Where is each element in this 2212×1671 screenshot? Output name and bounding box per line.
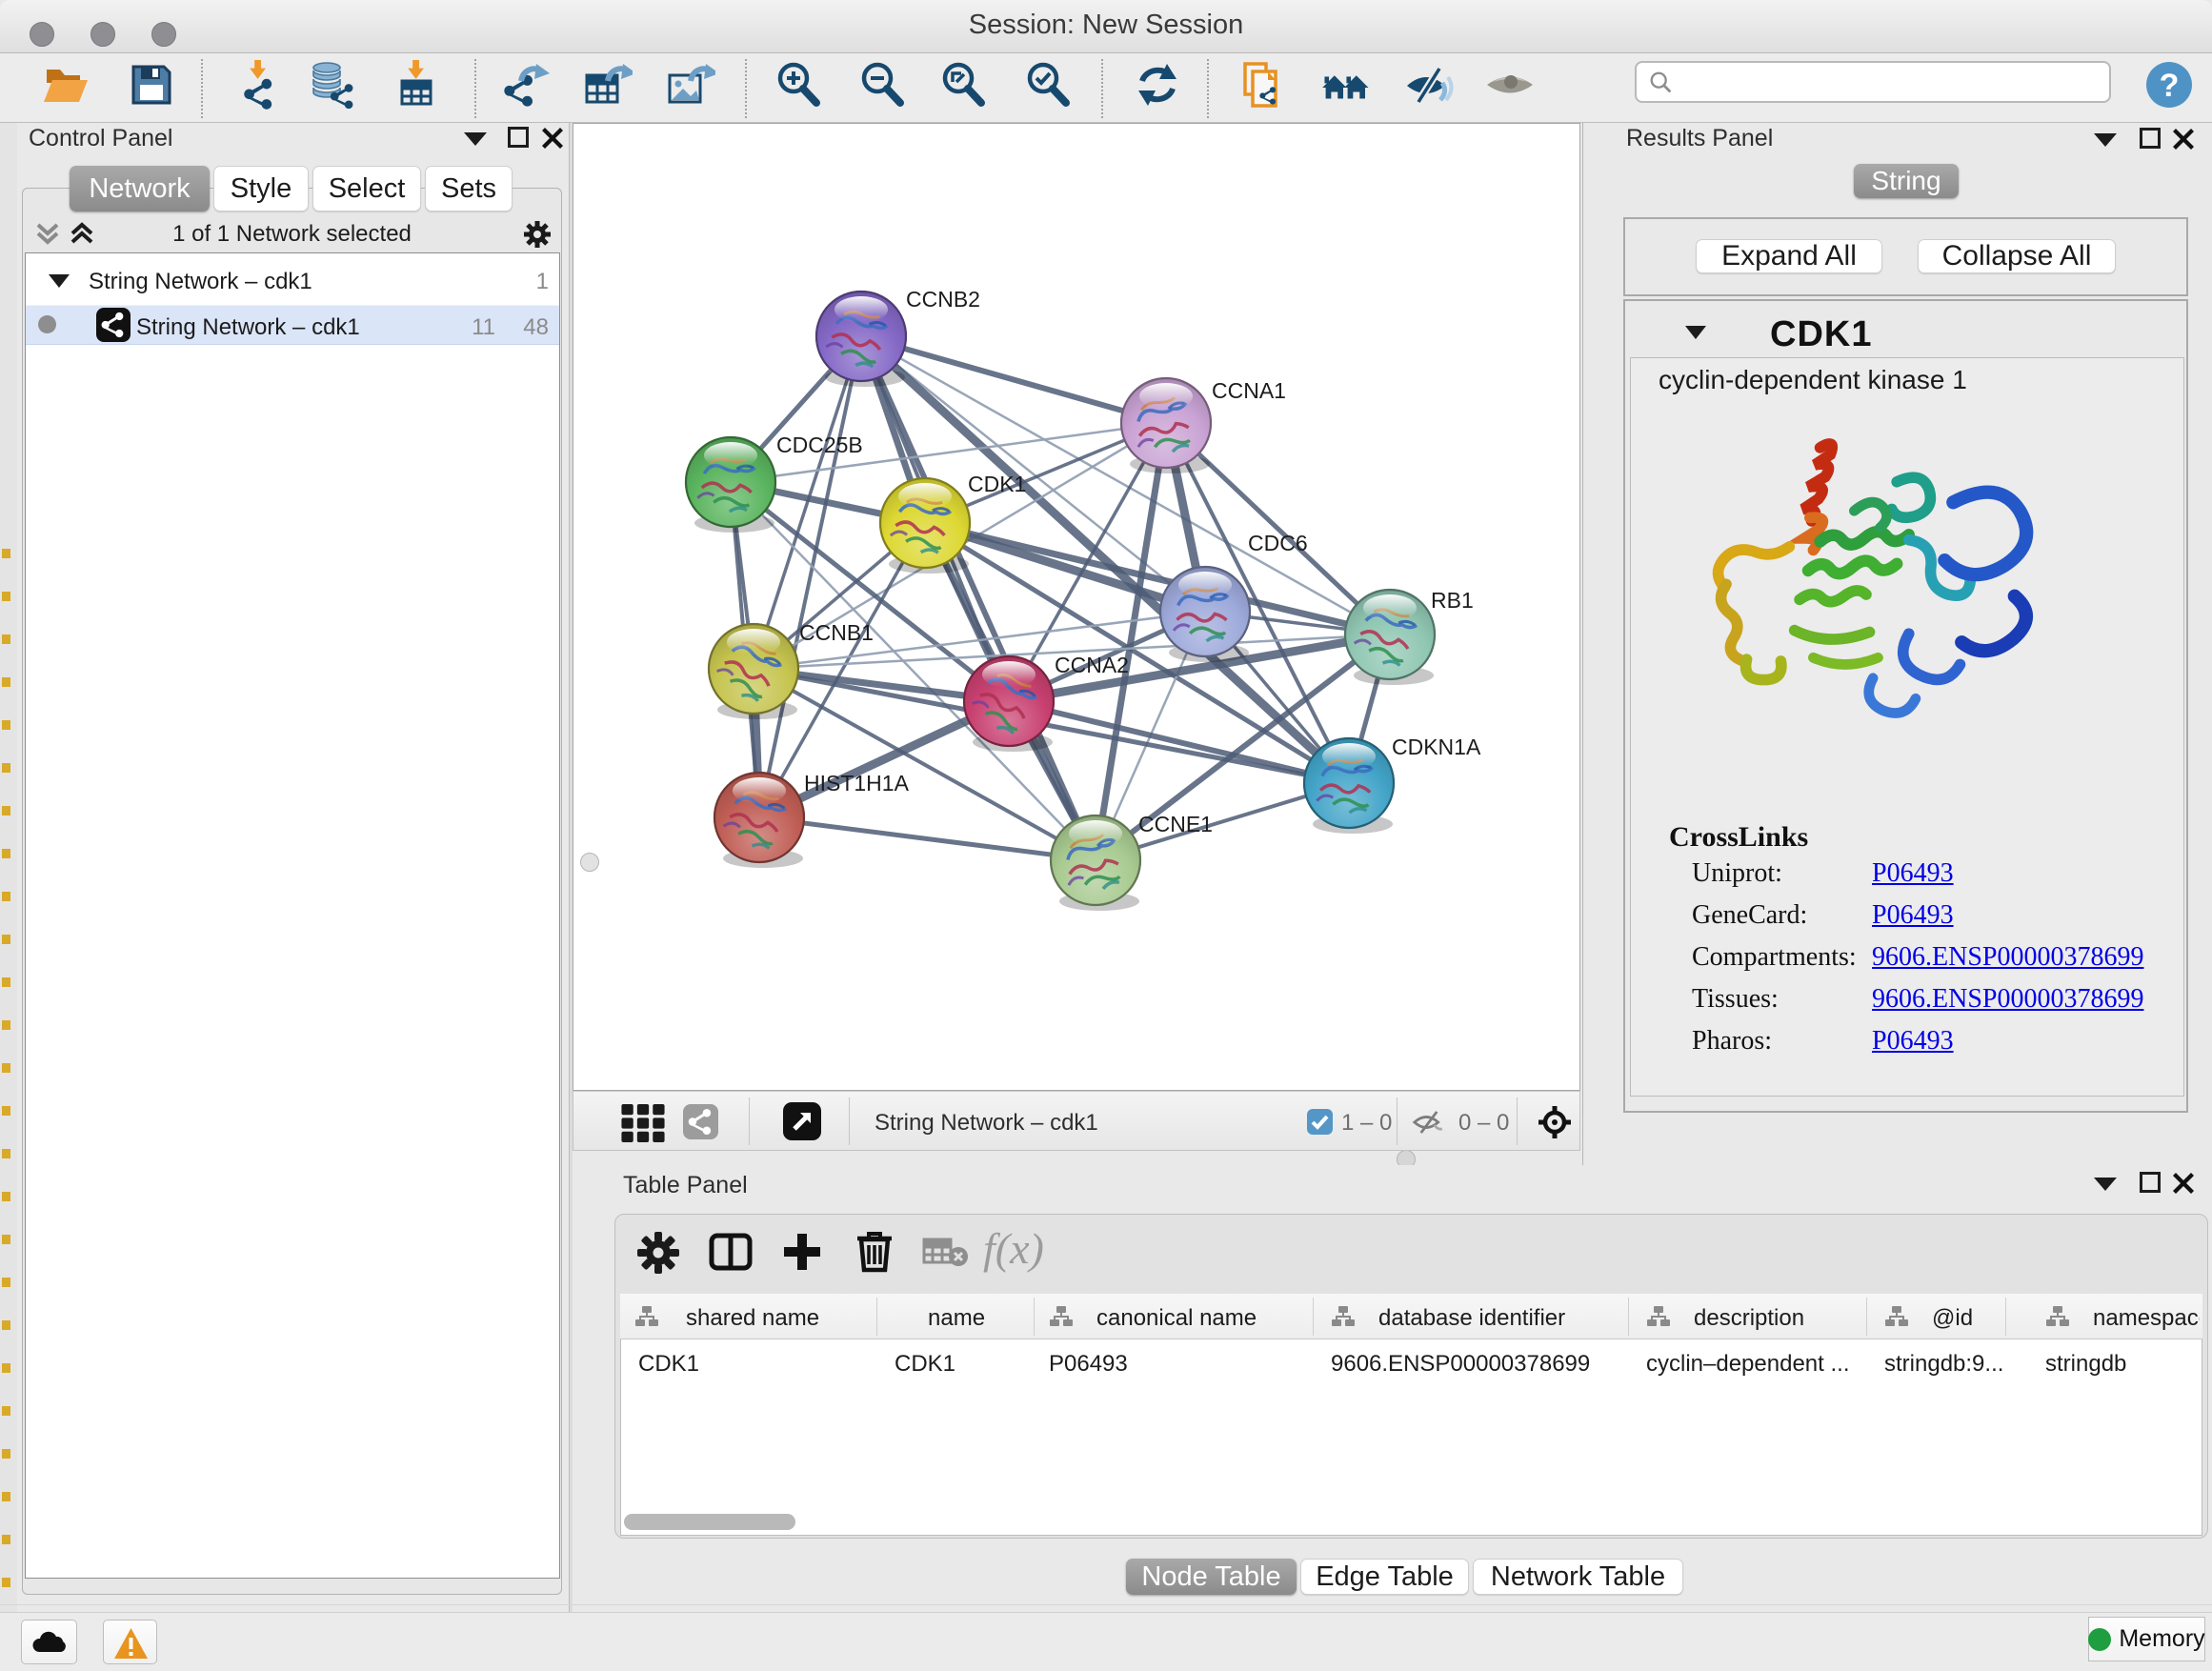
svg-text:RB1: RB1 (1431, 588, 1474, 613)
svg-text:CCNA1: CCNA1 (1212, 378, 1286, 403)
svg-text:CCNA2: CCNA2 (1055, 653, 1129, 677)
svg-text:CDC25B: CDC25B (776, 433, 863, 457)
svg-text:CDKN1A: CDKN1A (1392, 735, 1481, 759)
svg-text:CCNE1: CCNE1 (1138, 812, 1213, 836)
svg-text:?: ? (2160, 68, 2180, 104)
svg-text:CCNB1: CCNB1 (799, 620, 874, 645)
svg-text:HIST1H1A: HIST1H1A (804, 771, 910, 795)
svg-text:CDC6: CDC6 (1248, 531, 1308, 555)
svg-text:CDK1: CDK1 (968, 472, 1026, 496)
svg-text:CCNB2: CCNB2 (906, 287, 980, 312)
